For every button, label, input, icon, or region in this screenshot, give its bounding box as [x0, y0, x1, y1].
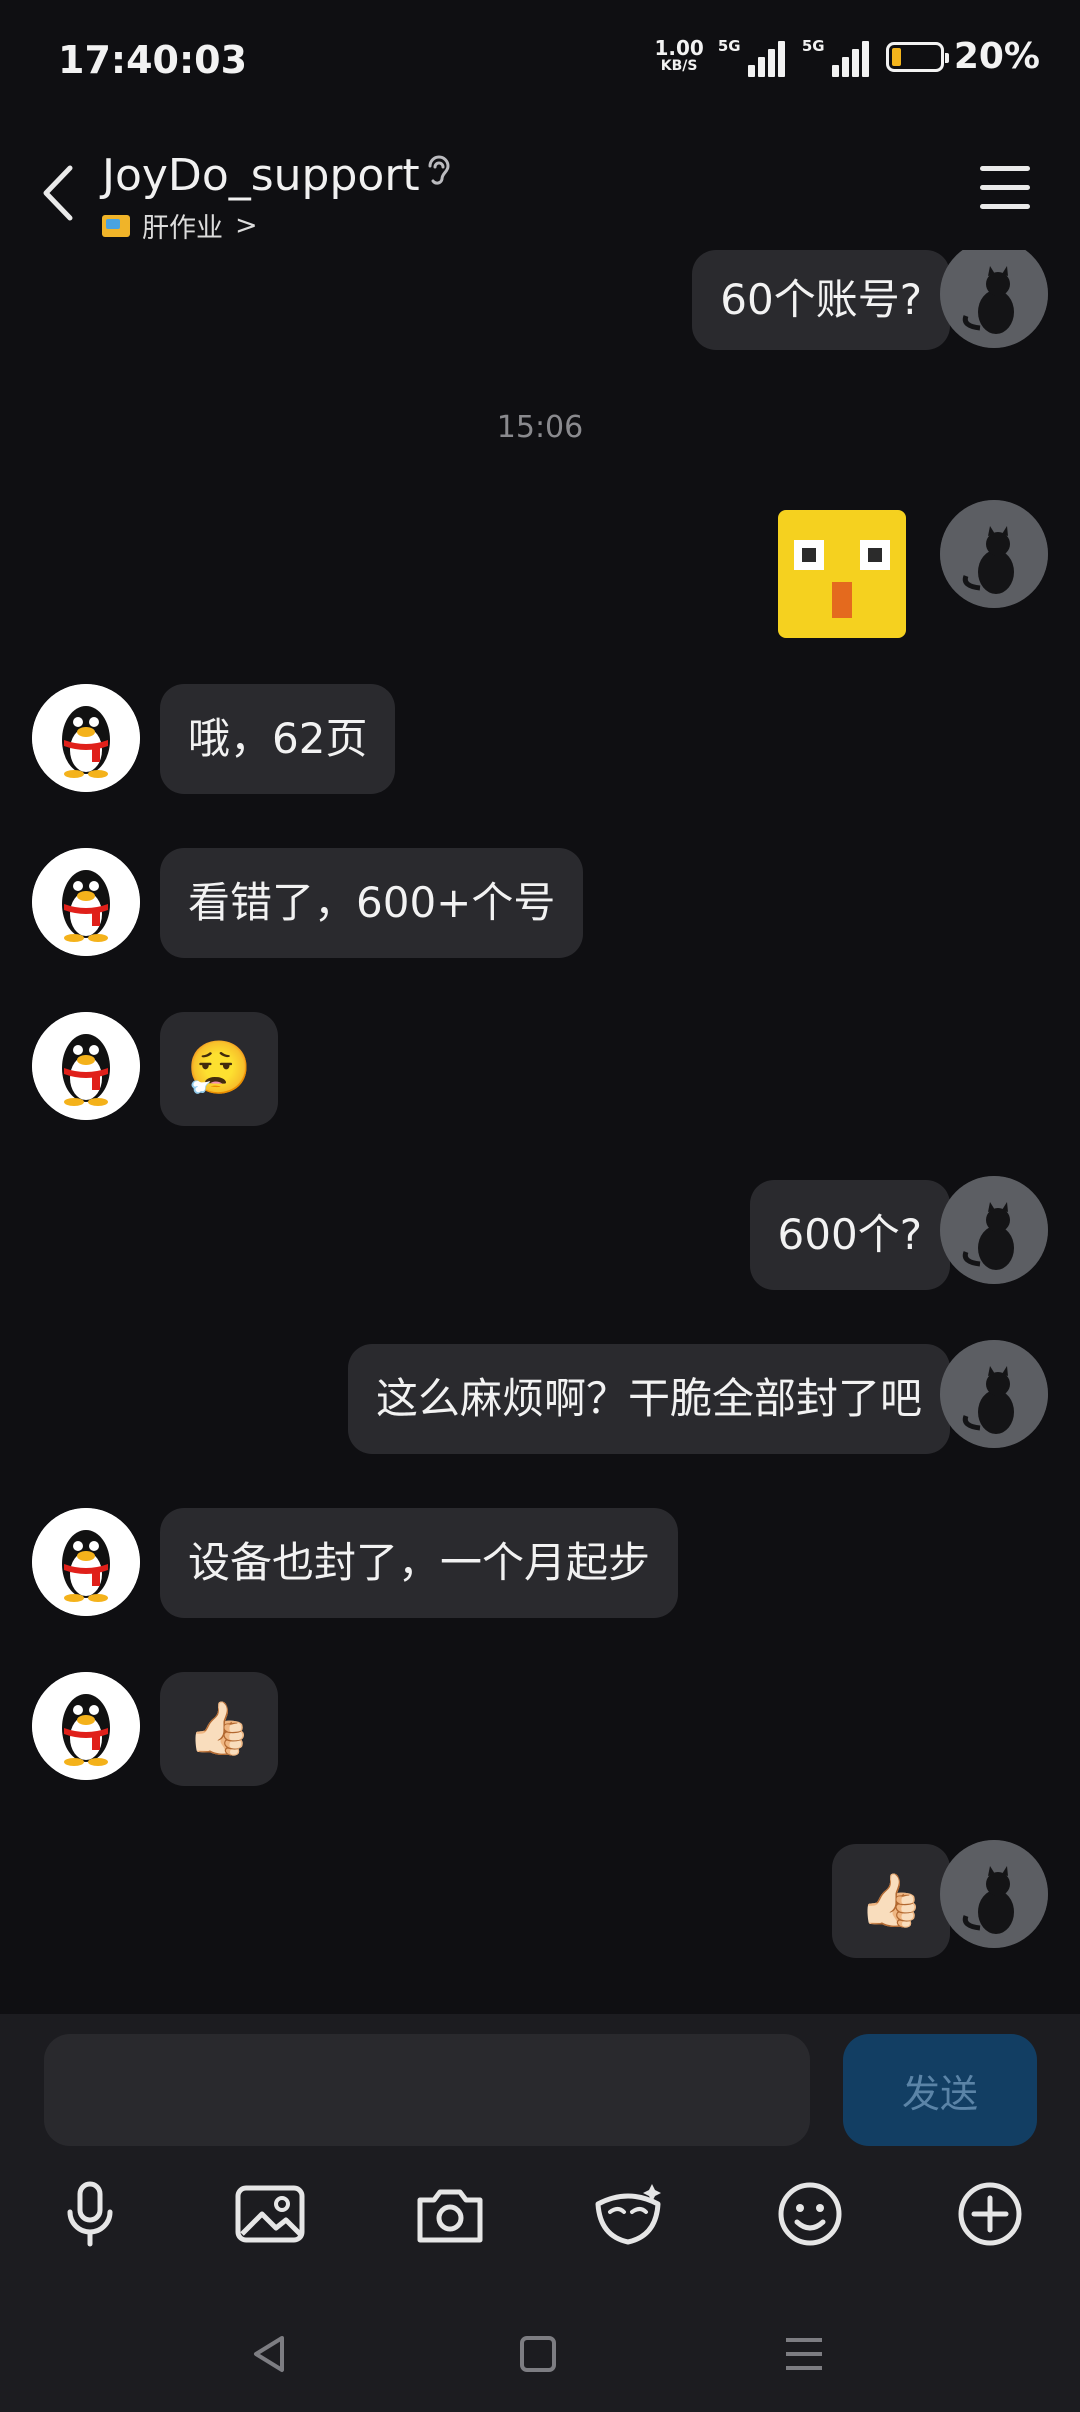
nav-back-icon[interactable] — [240, 2324, 300, 2384]
avatar-penguin[interactable] — [32, 1508, 140, 1616]
message-list[interactable]: 60个账号? 15:06 哦，62页 看错了，600+个号 — [0, 250, 1080, 2010]
status-bar: 17:40:03 1.00 KB/S 5G 5G 20% — [0, 0, 1080, 120]
back-arrow-icon[interactable] — [34, 158, 84, 228]
send-button[interactable]: 发送 — [843, 2034, 1037, 2146]
message-row: 600个? — [0, 1176, 1080, 1290]
battery-icon — [885, 41, 949, 72]
message-bubble[interactable]: 60个账号? — [692, 250, 950, 350]
emoji-icon[interactable] — [770, 2174, 850, 2254]
avatar-penguin[interactable] — [32, 848, 140, 956]
subtitle-text: 肝作业 — [142, 213, 223, 244]
message-bubble[interactable]: 哦，62页 — [160, 684, 396, 794]
image-icon[interactable] — [230, 2174, 310, 2254]
avatar-cat[interactable] — [940, 500, 1048, 608]
message-input[interactable] — [44, 2034, 810, 2146]
network-speed: 1.00 KB/S — [654, 35, 704, 74]
message-row: 设备也封了，一个月起步 — [0, 1508, 1080, 1618]
nav-home-icon[interactable] — [508, 2324, 568, 2384]
avatar-cat[interactable] — [940, 1340, 1048, 1448]
avatar-penguin[interactable] — [32, 1672, 140, 1780]
status-indicators: 1.00 KB/S 5G 5G 20% — [654, 36, 1040, 77]
plus-icon[interactable] — [950, 2174, 1030, 2254]
emoji-bubble[interactable]: 👍🏻 — [160, 1672, 278, 1786]
emoji-bubble[interactable]: 👍🏻 — [832, 1844, 950, 1958]
composer: 发送 — [0, 2014, 1080, 2412]
avatar-cat[interactable] — [940, 1176, 1048, 1284]
camera-icon[interactable] — [410, 2174, 490, 2254]
message-row — [0, 500, 1080, 646]
contact-name[interactable]: JoyDo_support — [102, 150, 420, 201]
avatar-penguin[interactable] — [32, 1012, 140, 1120]
message-bubble[interactable]: 设备也封了，一个月起步 — [160, 1508, 679, 1618]
chevron-right-icon: > — [235, 210, 258, 241]
message-row: 这么麻烦啊？干脆全部封了吧 — [0, 1340, 1080, 1454]
message-bubble[interactable]: 看错了，600+个号 — [160, 848, 584, 958]
system-nav-bar — [0, 2324, 1080, 2404]
avatar-cat[interactable] — [940, 1840, 1048, 1948]
battery-percent: 20% — [953, 36, 1040, 77]
message-row: 60个账号? — [0, 250, 1080, 360]
avatar-cat[interactable] — [940, 250, 1048, 348]
avatar-penguin[interactable] — [32, 684, 140, 792]
folder-icon — [102, 214, 130, 237]
yellow-square-surprised-sticker[interactable] — [774, 506, 910, 642]
composer-toolbar — [0, 2174, 1080, 2274]
message-row: 哦，62页 — [0, 684, 1080, 794]
menu-icon[interactable] — [980, 166, 1030, 210]
status-time: 17:40:03 — [58, 38, 248, 82]
emoji-bubble[interactable]: 😮‍💨 — [160, 1012, 278, 1126]
message-row: 看错了，600+个号 — [0, 848, 1080, 958]
message-bubble[interactable]: 600个? — [749, 1180, 950, 1290]
group-subtitle[interactable]: 肝作业 > — [102, 206, 258, 245]
timestamp: 15:06 — [496, 410, 584, 445]
message-row: 👍🏻 — [0, 1672, 1080, 1786]
message-row: 👍🏻 — [0, 1840, 1080, 1958]
signal-sim2-icon: 5G — [802, 37, 872, 77]
message-row: 😮‍💨 — [0, 1012, 1080, 1126]
message-bubble[interactable]: 这么麻烦啊？干脆全部封了吧 — [347, 1344, 950, 1454]
microphone-icon[interactable] — [50, 2174, 130, 2254]
nav-recents-icon[interactable] — [774, 2324, 834, 2384]
chat-header: JoyDo_support 肝作业 > — [0, 130, 1080, 250]
battery-indicator: 20% — [885, 36, 1040, 77]
ear-icon — [428, 155, 450, 185]
signal-sim1-icon: 5G — [718, 37, 788, 77]
mask-icon[interactable] — [588, 2174, 668, 2254]
